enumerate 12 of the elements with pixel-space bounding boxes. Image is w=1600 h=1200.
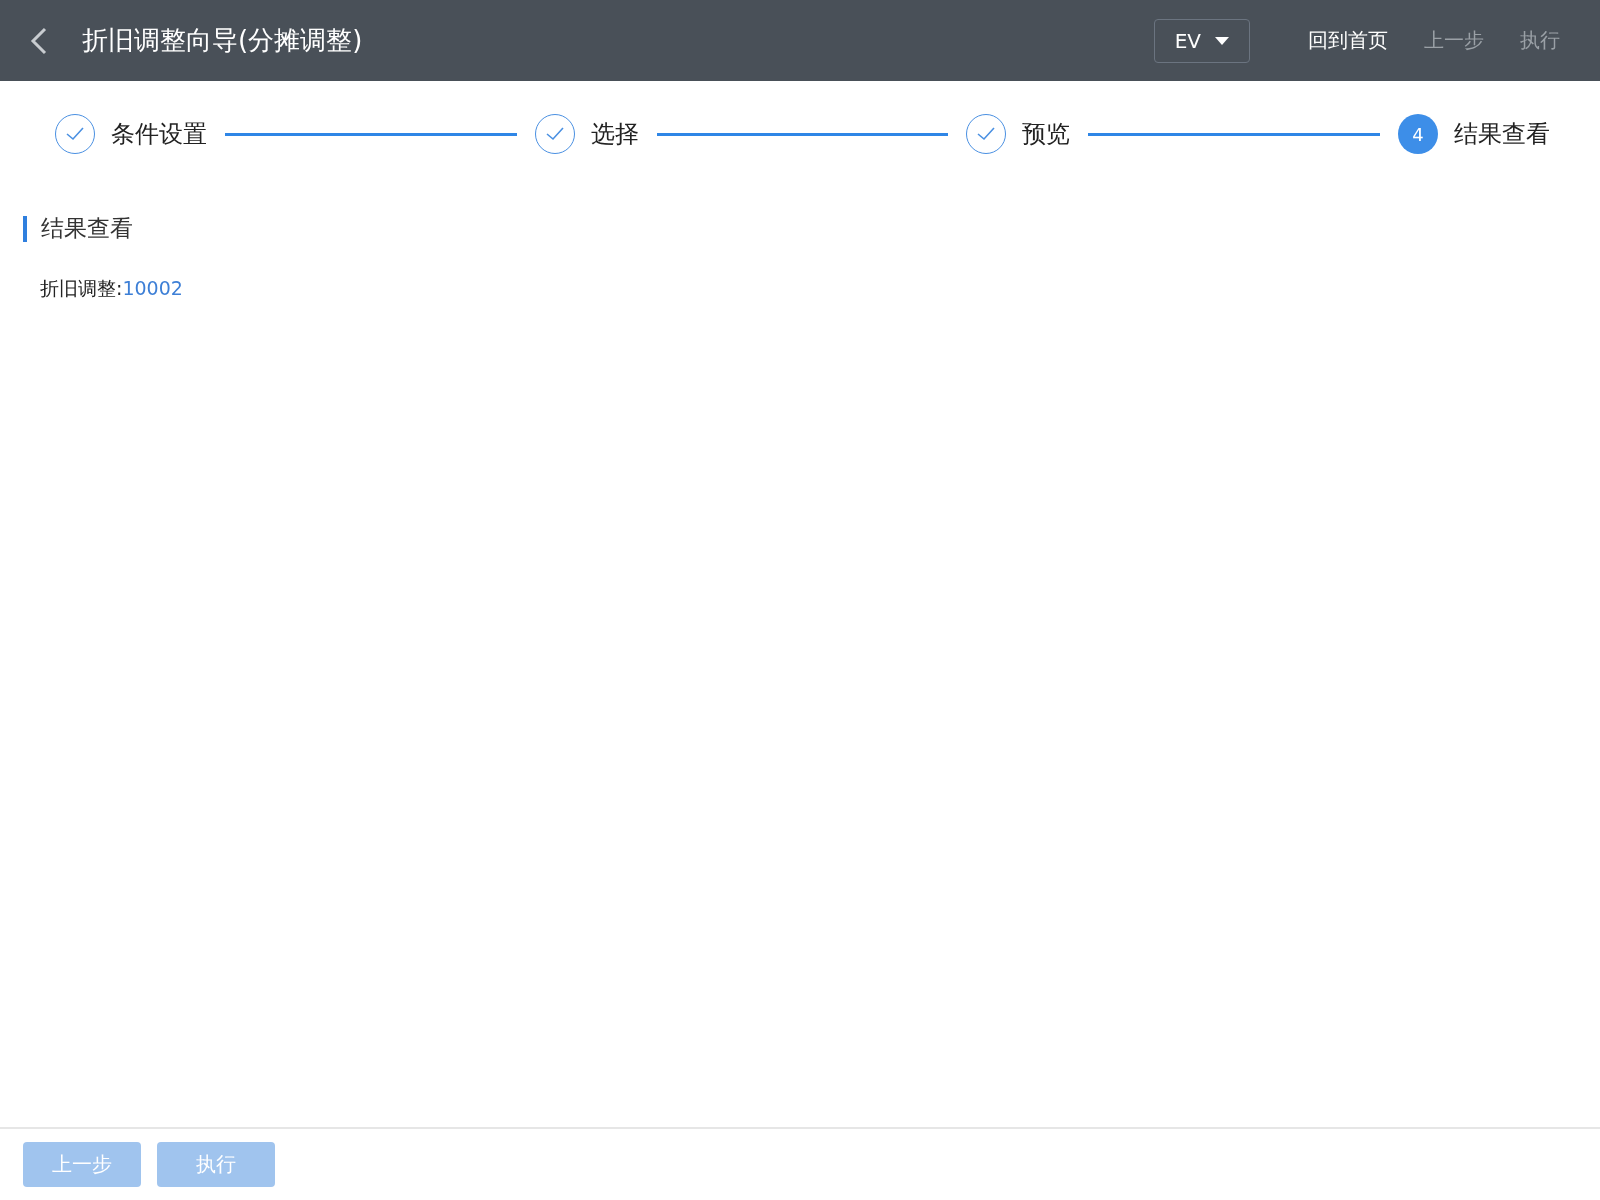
step-label: 条件设置 bbox=[111, 119, 207, 150]
caret-icon bbox=[1215, 36, 1229, 45]
result-value: 10002 bbox=[122, 277, 183, 299]
header-action-button[interactable]: 回到首页 bbox=[1308, 23, 1388, 58]
step-label: 选择 bbox=[590, 119, 639, 150]
ev-dropdown[interactable]: EV bbox=[1153, 18, 1250, 63]
step-label: 结果查看 bbox=[1454, 119, 1550, 150]
step-label: 预览 bbox=[1022, 119, 1071, 150]
result-label: 折旧调整: bbox=[40, 277, 123, 299]
section-title: 结果查看 bbox=[41, 214, 133, 243]
page-title: 折旧调整向导(分摊调整) bbox=[82, 24, 364, 57]
step-number: 4 bbox=[1398, 114, 1438, 154]
